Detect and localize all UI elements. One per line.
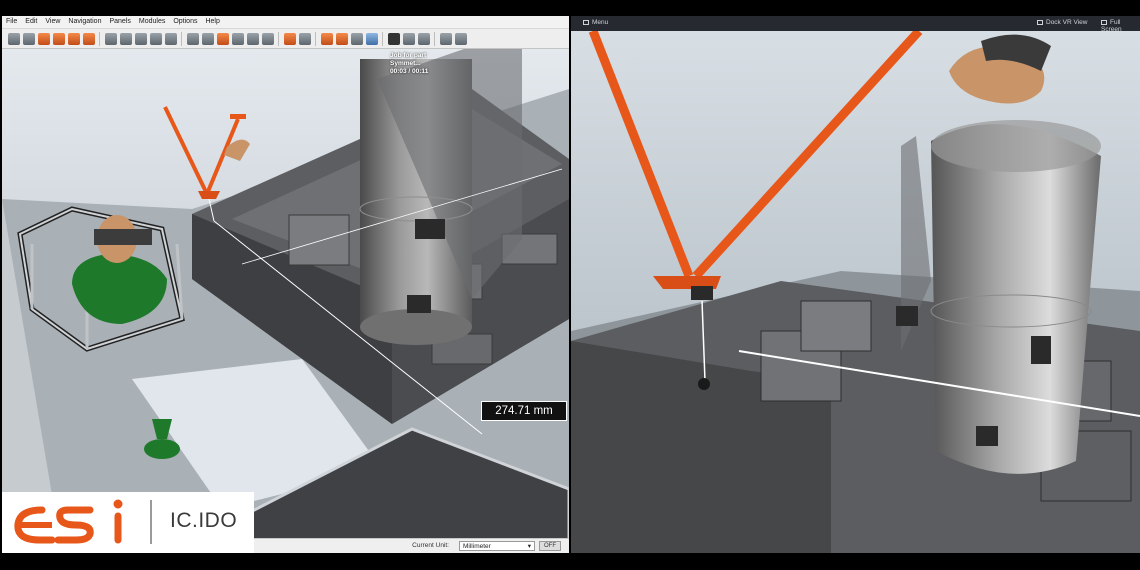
toolbar-divider: [382, 31, 383, 46]
tool-move-icon[interactable]: [22, 32, 35, 45]
left-3d-viewport[interactable]: [2, 49, 569, 553]
menu-navigation[interactable]: Navigation: [64, 16, 105, 28]
distance-measurement-label: 274.71 mm: [481, 401, 567, 421]
job-title: Job for part: [390, 52, 427, 59]
menu-view[interactable]: View: [41, 16, 64, 28]
tool-network-icon[interactable]: [298, 32, 311, 45]
menu-options[interactable]: Options: [169, 16, 201, 28]
toolbar: [2, 29, 569, 49]
menu-file[interactable]: File: [2, 16, 21, 28]
esi-logo-mark: [14, 499, 123, 544]
tool-view-top-icon[interactable]: [134, 32, 147, 45]
menu-icon: [583, 19, 589, 25]
tool-flex-icon[interactable]: [82, 32, 95, 45]
tool-highlight-icon[interactable]: [216, 32, 229, 45]
logo-divider: [150, 500, 152, 544]
left-app-window: File Edit View Navigation Panels Modules…: [2, 16, 569, 553]
menu-help[interactable]: Help: [201, 16, 223, 28]
tool-view-side-icon[interactable]: [119, 32, 132, 45]
tool-snap-icon[interactable]: [350, 32, 363, 45]
tool-collision-icon[interactable]: [320, 32, 333, 45]
tool-frame-icon[interactable]: [231, 32, 244, 45]
tool-export-icon[interactable]: [439, 32, 452, 45]
dock-vr-label: Dock VR View: [1046, 19, 1088, 26]
tool-zoom-icon[interactable]: [164, 32, 177, 45]
dock-icon: [1037, 19, 1043, 25]
off-toggle-button[interactable]: OFF: [539, 541, 561, 551]
toolbar-divider: [99, 31, 100, 46]
job-progress-text: Job for part Symmet... 00:03 / 00:11: [390, 52, 470, 76]
current-unit-label: Current Unit:: [412, 542, 449, 549]
unit-select-value: Millimeter: [463, 543, 491, 550]
toolbar-divider: [315, 31, 316, 46]
vr-title-bar: Menu Dock VR View Full Screen: [571, 16, 1140, 33]
menu-panels[interactable]: Panels: [105, 16, 134, 28]
tool-assembly-icon[interactable]: [52, 32, 65, 45]
tool-globe-icon[interactable]: [365, 32, 378, 45]
fullscreen-icon: [1101, 19, 1107, 25]
right-vr-window: Menu Dock VR View Full Screen: [571, 16, 1140, 553]
unit-select[interactable]: Millimeter ▾: [459, 541, 535, 551]
tool-part-icon[interactable]: [37, 32, 50, 45]
tool-measure-icon[interactable]: [335, 32, 348, 45]
tool-render-icon[interactable]: [201, 32, 214, 45]
right-3d-viewport[interactable]: [571, 31, 1140, 553]
job-time: 00:03 / 00:11: [390, 68, 429, 75]
toolbar-divider: [434, 31, 435, 46]
vr-menu-button[interactable]: Menu: [583, 19, 608, 26]
menu-bar: File Edit View Navigation Panels Modules…: [2, 16, 569, 29]
menu-edit[interactable]: Edit: [21, 16, 41, 28]
toolbar-divider: [278, 31, 279, 46]
tool-view-iso-icon[interactable]: [149, 32, 162, 45]
menu-modules[interactable]: Modules: [135, 16, 169, 28]
tool-cut-icon[interactable]: [67, 32, 80, 45]
vr-menu-label: Menu: [592, 19, 609, 26]
product-name: IC.IDO: [170, 509, 238, 532]
tool-view-front-icon[interactable]: [104, 32, 117, 45]
chevron-down-icon: ▾: [527, 543, 531, 550]
tool-record-icon[interactable]: [417, 32, 430, 45]
tool-play-icon[interactable]: [387, 32, 400, 45]
tool-grid-icon[interactable]: [186, 32, 199, 45]
tool-select-icon[interactable]: [7, 32, 20, 45]
tool-curve-icon[interactable]: [261, 32, 274, 45]
dock-vr-view-button[interactable]: Dock VR View: [1037, 19, 1087, 26]
toolbar-divider: [181, 31, 182, 46]
job-part: Symmet...: [390, 60, 421, 67]
tool-settings-icon[interactable]: [454, 32, 467, 45]
tool-box-icon[interactable]: [283, 32, 296, 45]
tool-arc-icon[interactable]: [246, 32, 259, 45]
tool-step-icon[interactable]: [402, 32, 415, 45]
